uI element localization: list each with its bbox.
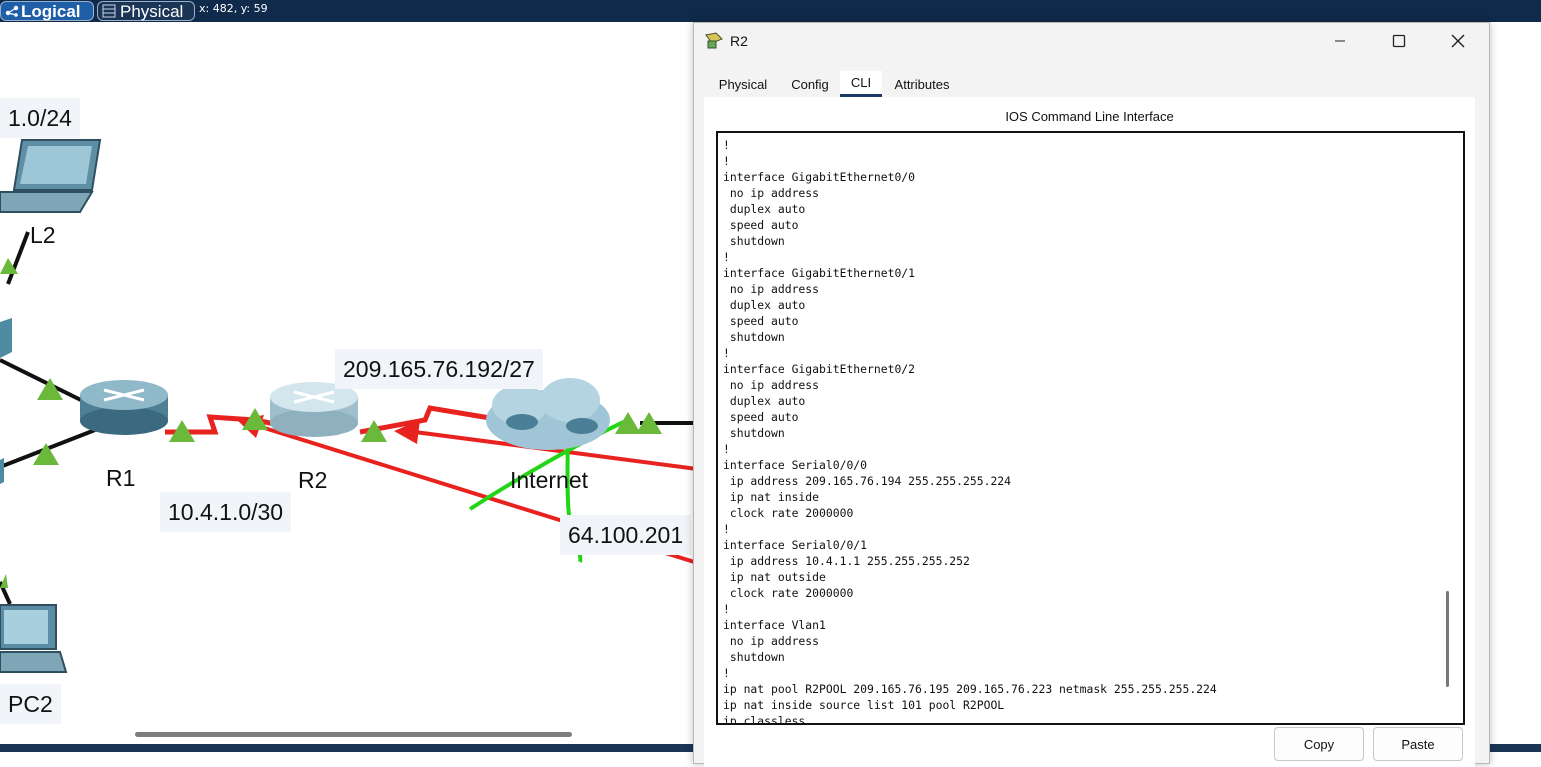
tab-config[interactable]: Config: [780, 71, 840, 97]
device-label-pc2: PC2: [0, 684, 61, 724]
device-label-r1: R1: [106, 465, 136, 491]
close-button[interactable]: [1432, 23, 1484, 59]
window-title: R2: [730, 33, 748, 49]
switch-icon: [0, 318, 12, 358]
tab-cli[interactable]: CLI: [840, 71, 882, 97]
minimize-button[interactable]: [1314, 23, 1366, 59]
horizontal-scrollbar[interactable]: [135, 732, 572, 737]
port-indicator: [0, 574, 8, 588]
minimize-icon: [1335, 40, 1345, 42]
maximize-button[interactable]: [1373, 23, 1425, 59]
serial-link-r2-internet: [359, 405, 491, 435]
logical-view-tab[interactable]: Logical: [0, 1, 94, 21]
device-label-internet: Internet: [510, 467, 588, 493]
router-app-icon: [705, 32, 723, 49]
network-label-r1r2: 10.4.1.0/30: [160, 492, 292, 532]
cursor-coordinates: x: 482, y: 59: [199, 2, 268, 15]
cli-output: ! ! interface GigabitEthernet0/0 no ip a…: [723, 138, 1217, 725]
copy-button[interactable]: Copy: [1274, 727, 1364, 761]
device-window-r2: R2 Physical Config CLI Attributes IOS Co…: [693, 22, 1490, 767]
laptop-icon: [0, 139, 102, 213]
logical-network-icon: [5, 5, 19, 17]
window-titlebar[interactable]: R2: [694, 23, 1489, 59]
network-label-isp: 64.100.201: [560, 515, 692, 555]
device-label-r2: R2: [298, 467, 328, 493]
pc-icon: [0, 604, 68, 673]
cli-panel: IOS Command Line Interface ! ! interface…: [704, 97, 1475, 767]
router-r1-icon: [80, 380, 168, 435]
tab-attributes[interactable]: Attributes: [886, 71, 958, 97]
cable-l2: [6, 231, 30, 285]
physical-view-label: Physical: [120, 1, 184, 21]
network-label-wan: 209.165.76.192/27: [335, 349, 543, 389]
logical-view-label: Logical: [21, 1, 81, 21]
close-icon: [1451, 34, 1465, 48]
physical-grid-icon: [102, 4, 116, 18]
physical-view-tab[interactable]: Physical: [97, 1, 195, 21]
cli-header: IOS Command Line Interface: [1005, 109, 1174, 124]
paste-button[interactable]: Paste: [1373, 727, 1463, 761]
device-label-l2: L2: [30, 222, 56, 248]
network-label-l2: 1.0/24: [0, 98, 80, 138]
workspace-toolbar: Logical Physical x: 482, y: 59: [0, 0, 1541, 22]
lan-device-icon: [0, 458, 4, 484]
cli-scrollbar[interactable]: [1446, 591, 1449, 687]
cli-console[interactable]: ! ! interface GigabitEthernet0/0 no ip a…: [716, 131, 1465, 725]
tab-physical[interactable]: Physical: [706, 71, 780, 97]
router-r2-icon: [270, 382, 358, 437]
maximize-icon: [1392, 34, 1406, 48]
